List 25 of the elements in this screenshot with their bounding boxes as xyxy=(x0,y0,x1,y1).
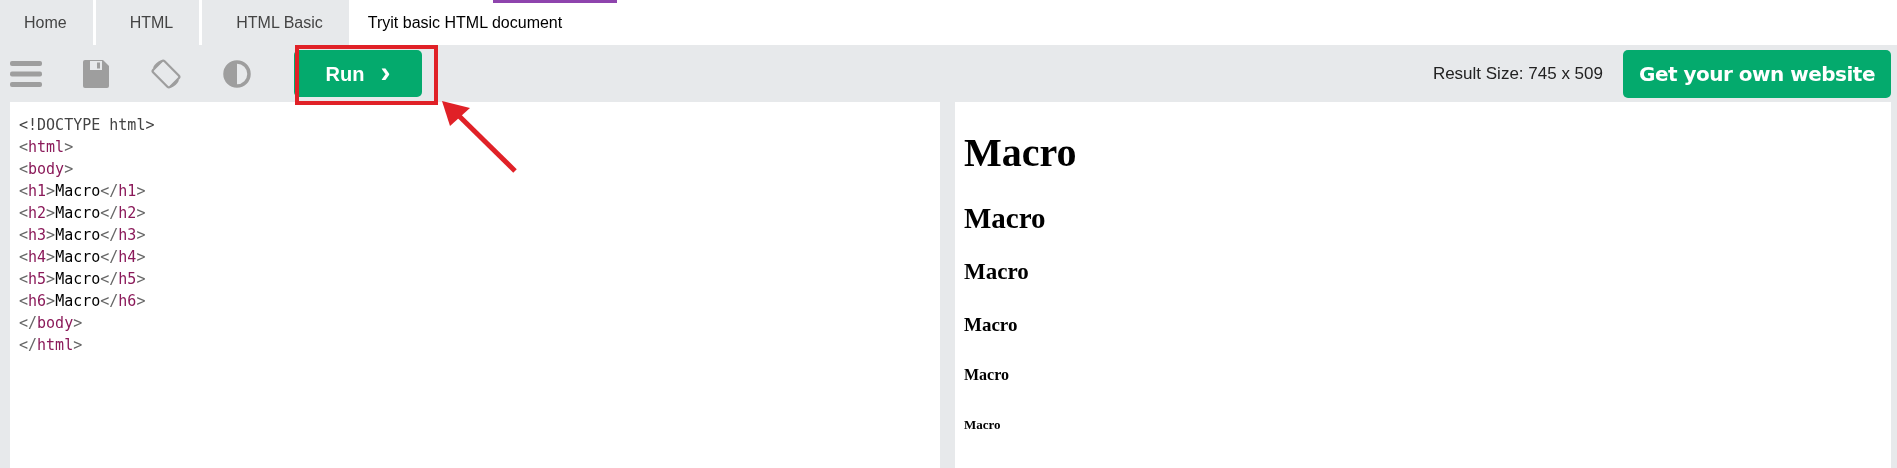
code-line: <h2>Macro</h2> xyxy=(19,203,146,224)
code-line: <html> xyxy=(19,137,74,158)
code-line: </body> xyxy=(19,313,83,334)
heading-text: Macro xyxy=(964,416,1001,433)
contrast-icon[interactable] xyxy=(222,58,252,89)
heading-text: Macro xyxy=(964,313,1018,337)
heading-text: Macro xyxy=(964,129,1077,177)
save-icon[interactable] xyxy=(82,58,110,89)
code-editor[interactable]: <!DOCTYPE html> <html> <body> <h1>Macro</h1> <h2>Macro</h2> <h3>Macro</h3> <h4>Macro</h4> <h5>Macro</h5> <h6>Macro</h6> </body> </html> xyxy=(10,102,940,468)
breadcrumb-link[interactable]: HTML Basic xyxy=(202,0,352,45)
heading-text: Macro xyxy=(964,201,1046,236)
code-line: <h6>Macro</h6> xyxy=(19,291,146,312)
code-line: <h4>Macro</h4> xyxy=(19,247,146,268)
breadcrumb-link[interactable]: Home xyxy=(0,0,96,45)
result-size-text: Result Size: 745 x 509 xyxy=(1432,62,1603,85)
code-line: <!DOCTYPE html> xyxy=(19,115,155,136)
heading-text: Macro xyxy=(964,258,1029,287)
code-line: <h1>Macro</h1> xyxy=(19,181,146,202)
code-line: <body> xyxy=(19,159,74,180)
menu-icon[interactable] xyxy=(10,58,42,89)
heading-text: Macro xyxy=(964,364,1009,385)
rotate-icon[interactable] xyxy=(150,57,182,90)
code-line: </html> xyxy=(19,335,83,356)
code-line: <h5>Macro</h5> xyxy=(19,269,146,290)
code-line: <h3>Macro</h3> xyxy=(19,225,146,246)
